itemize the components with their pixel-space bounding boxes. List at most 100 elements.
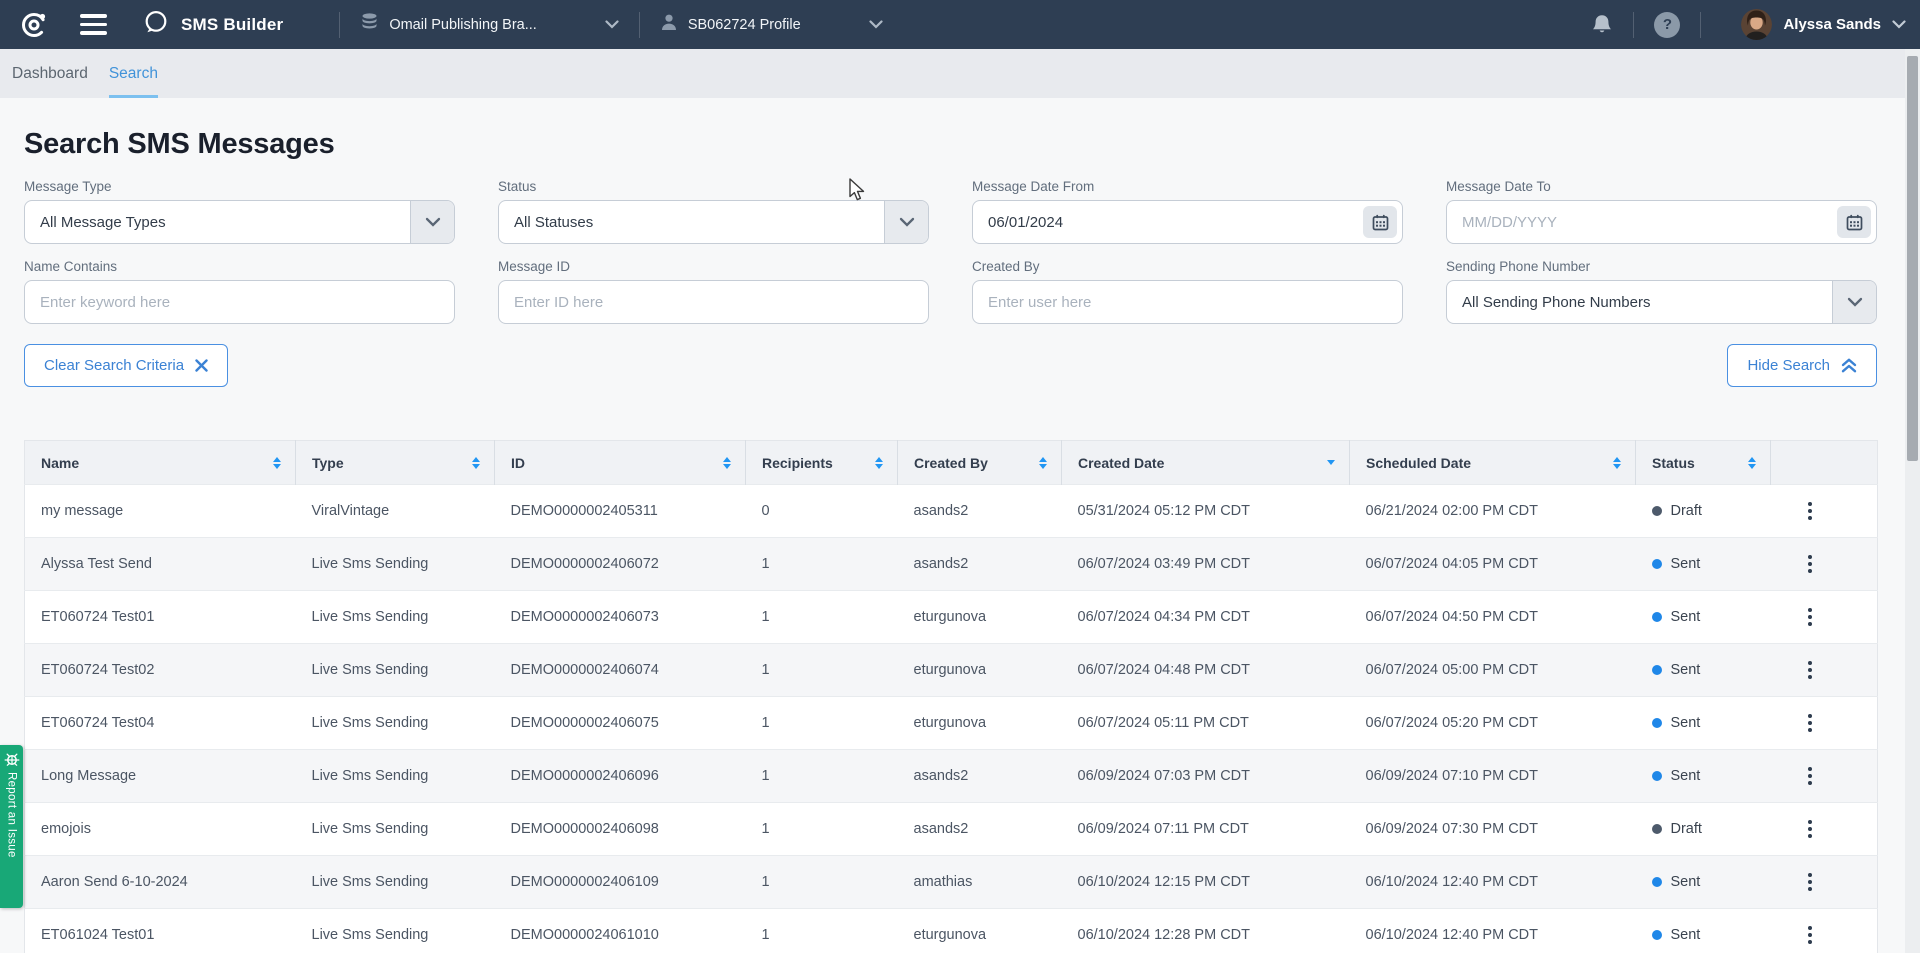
row-kebab-menu-icon[interactable] [1801,549,1819,579]
row-kebab-menu-icon[interactable] [1801,602,1819,632]
cell-type: Live Sms Sending [296,697,495,750]
column-label: Created By [914,455,988,471]
col-scheduled-date[interactable]: Scheduled Date [1350,441,1636,485]
col-recipients[interactable]: Recipients [746,441,898,485]
col-created-date[interactable]: Created Date [1062,441,1350,485]
message-id-input[interactable] [498,280,929,324]
col-created-by[interactable]: Created By [898,441,1062,485]
cell-recipients: 1 [746,803,898,856]
row-kebab-menu-icon[interactable] [1801,708,1819,738]
status-badge: Sent [1671,715,1701,731]
cell-created-date: 06/07/2024 03:49 PM CDT [1062,538,1350,591]
clear-search-label: Clear Search Criteria [44,357,184,374]
hide-search-button[interactable]: Hide Search [1727,344,1877,387]
sort-icon[interactable] [875,457,883,469]
cell-recipients: 0 [746,485,898,538]
vertical-scrollbar[interactable] [1905,49,1920,953]
column-label: Recipients [762,455,833,471]
column-label: ID [511,455,525,471]
row-kebab-menu-icon[interactable] [1801,761,1819,791]
name-contains-text-input[interactable] [25,281,454,323]
date-from-value: 06/01/2024 [973,214,1063,231]
double-chevron-up-icon [1841,358,1857,373]
sort-desc-icon[interactable] [1327,460,1335,465]
cell-actions [1771,803,1878,856]
col-name[interactable]: Name [25,441,296,485]
created-by-input[interactable] [972,280,1403,324]
date-to-text-input[interactable] [1447,201,1876,243]
message-type-select[interactable]: All Message Types [24,200,455,244]
help-icon[interactable]: ? [1654,12,1680,38]
cell-name: my message [25,485,296,538]
column-label: Type [312,455,344,471]
sort-icon[interactable] [472,457,480,469]
col-type[interactable]: Type [296,441,495,485]
user-menu[interactable]: Alyssa Sands [1741,9,1906,40]
cell-actions [1771,644,1878,697]
cell-id: DEMO0000002406096 [495,750,746,803]
chevron-down-icon[interactable] [410,201,454,243]
message-id-field: Message ID [498,259,929,324]
omeda-logo-icon[interactable] [20,11,48,39]
cell-created-by: asands2 [898,803,1062,856]
table-row: Aaron Send 6-10-2024Live Sms SendingDEMO… [25,856,1878,909]
sending-phone-field: Sending Phone Number All Sending Phone N… [1446,259,1877,324]
tab-search[interactable]: Search [109,49,158,98]
sort-icon[interactable] [1039,457,1047,469]
report-an-issue-tab[interactable]: Report an Issue [0,745,23,908]
date-from-label: Message Date From [972,179,1403,194]
sort-icon[interactable] [1748,457,1756,469]
calendar-icon[interactable] [1363,206,1397,238]
col-id[interactable]: ID [495,441,746,485]
brand-selector-dropdown[interactable]: Omail Publishing Bra... [360,12,618,37]
calendar-icon[interactable] [1837,206,1871,238]
cell-actions [1771,750,1878,803]
divider [639,12,640,38]
name-contains-input[interactable] [24,280,455,324]
cell-name: Long Message [25,750,296,803]
page-title: Search SMS Messages [24,128,1877,161]
status-badge: Sent [1671,874,1701,890]
sort-icon[interactable] [723,457,731,469]
cell-name: Alyssa Test Send [25,538,296,591]
table-row: ET061024 Test01Live Sms SendingDEMO00000… [25,909,1878,953]
row-kebab-menu-icon[interactable] [1801,867,1819,897]
cell-actions [1771,909,1878,953]
status-dot-icon [1652,612,1662,622]
date-to-input[interactable] [1446,200,1877,244]
cell-created-date: 06/07/2024 04:48 PM CDT [1062,644,1350,697]
divider [339,12,340,38]
col-status[interactable]: Status [1636,441,1771,485]
row-kebab-menu-icon[interactable] [1801,655,1819,685]
tab-dashboard[interactable]: Dashboard [12,49,88,98]
chevron-down-icon[interactable] [884,201,928,243]
report-an-issue-label: Report an Issue [6,772,18,858]
scrollbar-thumb[interactable] [1907,56,1918,461]
sending-phone-select[interactable]: All Sending Phone Numbers [1446,280,1877,324]
status-select[interactable]: All Statuses [498,200,929,244]
row-kebab-menu-icon[interactable] [1801,496,1819,526]
message-id-text-input[interactable] [499,281,928,323]
table-header-row: Name Type ID Recipients Created By Created Da… [25,441,1878,485]
notifications-bell-icon[interactable] [1591,13,1613,37]
cell-name: Aaron Send 6-10-2024 [25,856,296,909]
created-by-text-input[interactable] [973,281,1402,323]
person-icon [660,13,678,37]
chevron-down-icon[interactable] [1832,281,1876,323]
hamburger-menu-icon[interactable] [80,14,107,35]
sort-icon[interactable] [1613,457,1621,469]
row-kebab-menu-icon[interactable] [1801,920,1819,950]
date-to-label: Message Date To [1446,179,1877,194]
created-by-label: Created By [972,259,1403,274]
cell-scheduled-date: 06/21/2024 02:00 PM CDT [1350,485,1636,538]
cell-actions [1771,538,1878,591]
status-badge: Draft [1671,821,1702,837]
date-from-input[interactable]: 06/01/2024 [972,200,1403,244]
sort-icon[interactable] [273,457,281,469]
profile-selector-dropdown[interactable]: SB062724 Profile [660,13,883,37]
sending-phone-label: Sending Phone Number [1446,259,1877,274]
column-label: Status [1652,455,1695,471]
cell-status: Sent [1636,750,1771,803]
row-kebab-menu-icon[interactable] [1801,814,1819,844]
clear-search-criteria-button[interactable]: Clear Search Criteria [24,344,228,387]
